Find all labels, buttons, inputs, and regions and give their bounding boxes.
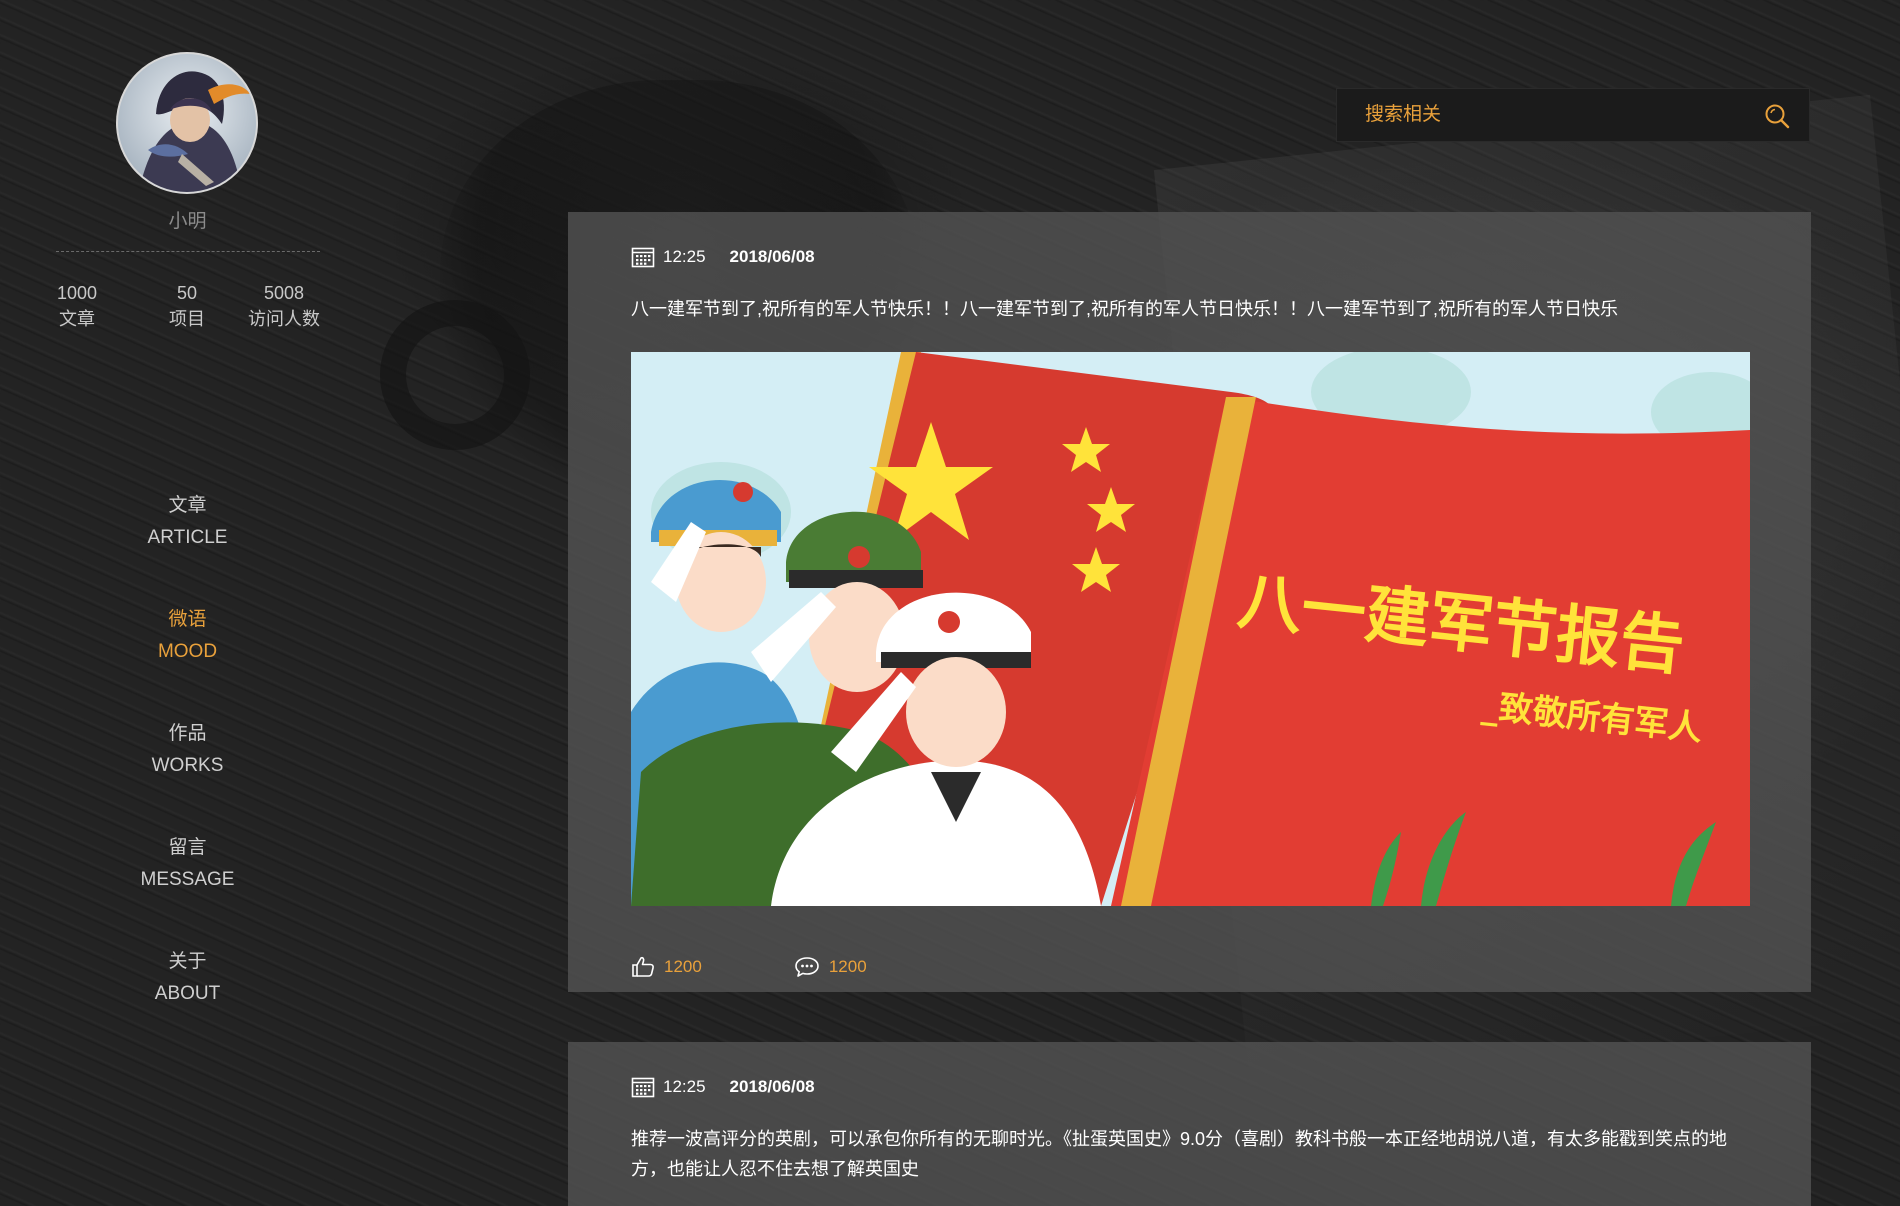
stat-projects: 50 项目 [157, 280, 217, 332]
nav-item-label-cn: 微语 [168, 609, 207, 630]
nav-item-label-en: WORKS [151, 755, 224, 776]
calendar-icon [631, 1077, 655, 1098]
post-date: 2018/06/08 [729, 247, 815, 266]
post-time: 12:25 [663, 247, 706, 266]
post-card: 12:25 2018/06/08 八一建军节到了,祝所有的军人节快乐！！八一建军… [568, 212, 1811, 992]
like-button[interactable]: 1200 [631, 956, 702, 978]
post-text: 八一建军节到了,祝所有的军人节快乐！！八一建军节到了,祝所有的军人节日快乐！！八… [631, 299, 1618, 319]
background-cup-handle [380, 300, 530, 450]
post-meta: 12:25 2018/06/08 [631, 1076, 815, 1098]
post-card: 12:25 2018/06/08 推荐一波高评分的英剧，可以承包你所有的无聊时光… [568, 1042, 1811, 1206]
sidebar: 小明 1000 文章 50 项目 5008 访问人数 文章 ARTICLE 微语… [0, 0, 375, 1206]
comment-count: 1200 [828, 957, 867, 976]
username: 小明 [168, 211, 207, 232]
profile-divider [56, 251, 320, 252]
thumbs-up-icon [632, 956, 654, 977]
avatar-image [118, 54, 256, 192]
nav-item-label-cn: 留言 [168, 837, 207, 858]
stat-articles: 1000 文章 [47, 280, 107, 332]
stat-value: 1000 [56, 283, 98, 303]
nav-item-mood[interactable]: 微语 MOOD [0, 604, 375, 668]
nav-item-label-cn: 关于 [168, 951, 207, 972]
post-text: 推荐一波高评分的英剧，可以承包你所有的无聊时光。《扯蛋英国史》9.0分（喜剧）教… [631, 1129, 1728, 1179]
avatar[interactable] [116, 52, 258, 194]
stat-visitors: 5008 访问人数 [244, 280, 324, 332]
nav-item-article[interactable]: 文章 ARTICLE [0, 490, 375, 554]
nav-item-label-en: ABOUT [154, 983, 221, 1004]
nav-item-label-en: ARTICLE [147, 527, 228, 548]
stat-value: 5008 [263, 283, 305, 303]
nav-item-label-cn: 作品 [168, 723, 207, 744]
nav-item-works[interactable]: 作品 WORKS [0, 718, 375, 782]
post-date: 2018/06/08 [729, 1077, 815, 1096]
stat-value: 50 [176, 283, 198, 303]
nav-item-label-en: MESSAGE [140, 869, 235, 890]
nav-item-label-en: MOOD [157, 641, 218, 662]
stat-label: 文章 [59, 309, 95, 329]
stat-label: 项目 [169, 309, 205, 329]
comment-icon [795, 957, 819, 977]
post-actions: 1200 1200 [631, 956, 867, 978]
search-bar [1336, 88, 1810, 142]
search-input[interactable] [1365, 89, 1745, 141]
comment-button[interactable]: 1200 [794, 956, 867, 978]
nav-item-label-cn: 文章 [168, 495, 207, 516]
army-day-illustration: 八一建军节报告 _致敬所有军人 [631, 352, 1750, 906]
post-meta: 12:25 2018/06/08 [631, 246, 815, 268]
calendar-icon [631, 247, 655, 268]
stat-label: 访问人数 [248, 309, 320, 329]
post-time: 12:25 [663, 1077, 706, 1096]
like-count: 1200 [664, 957, 702, 976]
search-icon [1765, 104, 1790, 129]
nav-item-message[interactable]: 留言 MESSAGE [0, 832, 375, 896]
search-button[interactable] [1763, 102, 1791, 130]
post-image[interactable]: 八一建军节报告 _致敬所有军人 [631, 352, 1750, 906]
nav-item-about[interactable]: 关于 ABOUT [0, 946, 375, 1010]
